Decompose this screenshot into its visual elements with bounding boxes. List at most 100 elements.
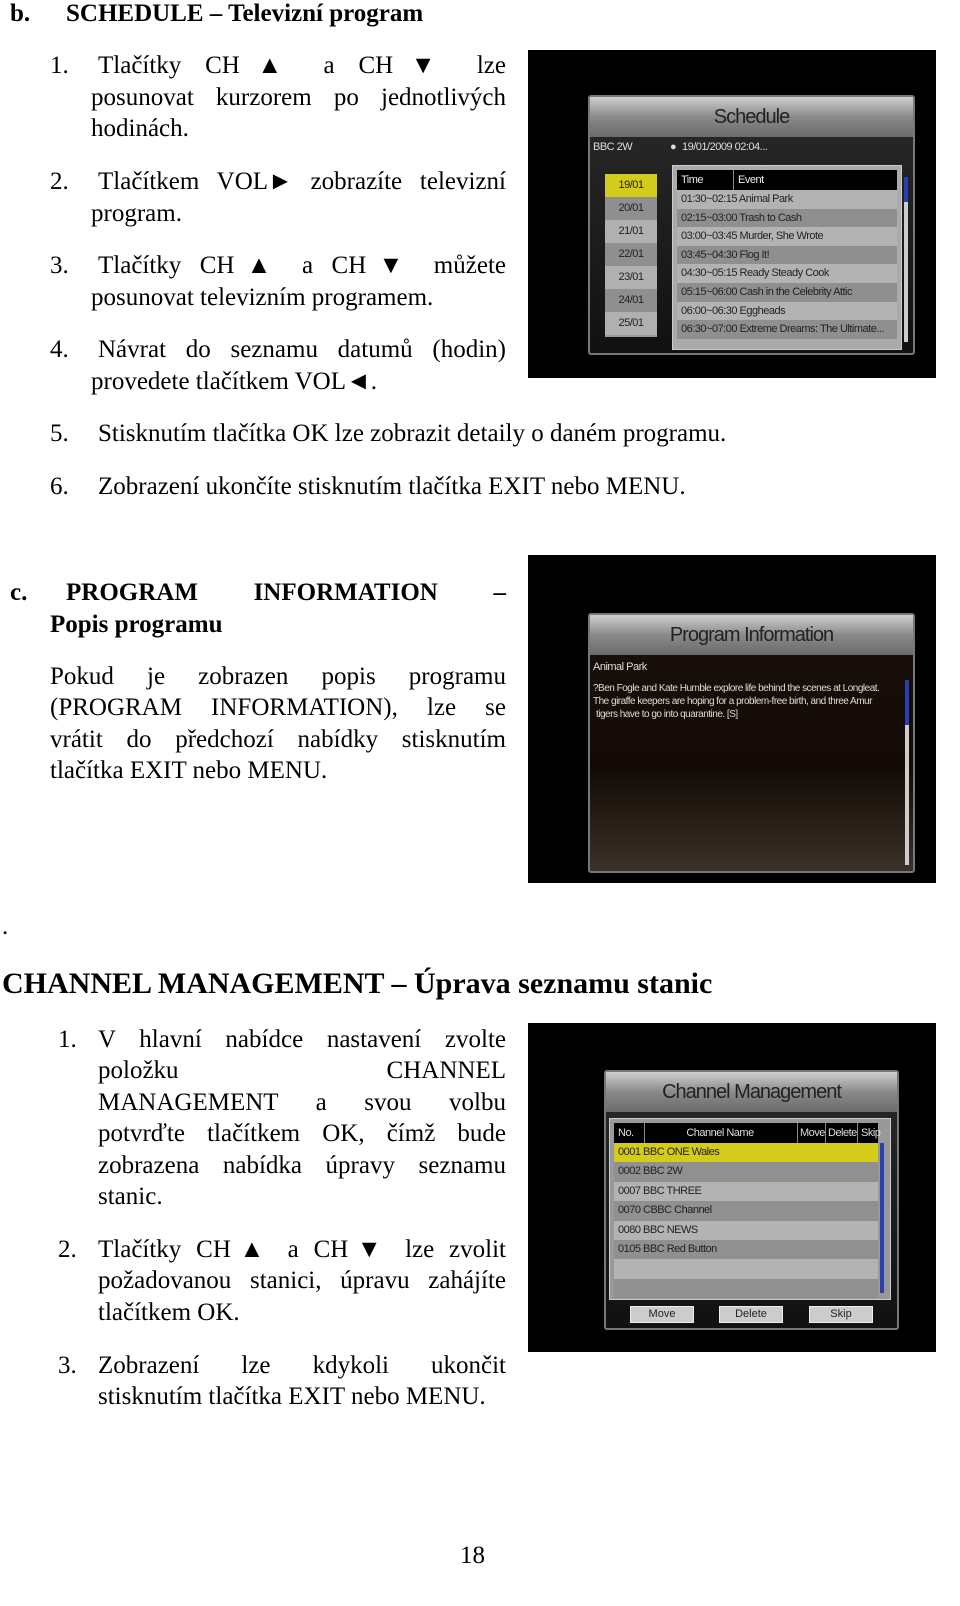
channel-name: BBC 2W (593, 141, 633, 153)
paragraph-line: Pokud je zobrazen popis programu (50, 663, 506, 690)
event-row[interactable]: 03:45~04:30 Flog It! (677, 245, 897, 265)
item-number: 5. (50, 420, 69, 447)
item-number: 4. (50, 336, 69, 363)
date-item[interactable]: 25/01 (605, 312, 657, 335)
item-number: 2. (50, 168, 69, 195)
event-row[interactable]: 02:15~03:00 Trash to Cash (677, 208, 897, 228)
scrollbar[interactable] (905, 680, 909, 865)
date-item[interactable]: 22/01 (605, 243, 657, 266)
event-row[interactable]: 04:30~05:15 Ready Steady Cook (677, 264, 897, 283)
item-text: V hlavní nabídce nastavení zvolte (98, 1026, 506, 1053)
datetime: 19/01/2009 02:04... (682, 141, 768, 153)
col-event: Event (733, 170, 764, 190)
item-text: Tlačítkem VOL► zobrazíte televizní (98, 168, 506, 195)
date-list: 19/01 20/01 21/01 22/01 23/01 24/01 25/01 (605, 174, 657, 337)
channel-row[interactable]: 0070 CBBC Channel (614, 1201, 878, 1221)
screen-title: Schedule (590, 97, 913, 137)
section-title: CHANNEL MANAGEMENT – Úprava seznamu stan… (2, 967, 713, 1000)
col-channel-name: Channel Name (644, 1123, 795, 1143)
item-text: MANAGEMENT a svou volbu (98, 1089, 506, 1116)
channel-row[interactable]: 0001 BBC ONE Wales (614, 1143, 878, 1163)
item-text: zobrazena nabídka úpravy seznamu (98, 1152, 506, 1179)
event-row[interactable]: 05:15~06:00 Cash in the Celebrity Attic (677, 283, 897, 302)
page-number: 18 (460, 1542, 485, 1569)
item-text: provedete tlačítkem VOL◄. (91, 368, 377, 395)
item-number: 6. (50, 473, 69, 500)
item-number: 2. (58, 1236, 77, 1263)
col-time: Time (681, 174, 704, 186)
table-header: No. Channel Name Move Delete Skip (614, 1123, 881, 1143)
date-item[interactable]: 20/01 (605, 197, 657, 220)
col-move: Move (797, 1123, 825, 1143)
item-text: Zobrazení ukončíte stisknutím tlačítka E… (98, 473, 686, 500)
scrollbar[interactable] (880, 1143, 884, 1293)
event-table: Time Event 01:30~02:15 Animal Park 02:15~… (672, 165, 902, 350)
stray-dot: . (2, 913, 9, 940)
manual-page: b. SCHEDULE – Televizní program 1. Tlačí… (0, 0, 960, 1606)
item-text: posunovat kurzorem po jednotlivých (91, 84, 506, 111)
description-line: ?Ben Fogle and Kate Humble explore life … (593, 683, 880, 694)
channel-table: No. Channel Name Move Delete Skip 0001 B… (609, 1118, 891, 1300)
item-text: posunovat televizním programem. (91, 284, 434, 311)
item-text: program. (91, 200, 182, 227)
event-row[interactable]: 01:30~02:15 Animal Park (677, 190, 897, 209)
item-text: požadovanou stanici, úpravu zahájíte (98, 1267, 506, 1294)
channel-management-panel: Channel Management No. Channel Name Move… (604, 1070, 899, 1330)
event-row[interactable]: 03:00~03:45 Murder, She Wrote (677, 227, 897, 246)
clock-icon: ● (670, 141, 677, 153)
date-item[interactable]: 23/01 (605, 266, 657, 289)
schedule-screenshot: Schedule BBC 2W ● 19/01/2009 02:04... 19… (528, 50, 936, 378)
empty-row[interactable] (614, 1278, 878, 1299)
delete-button[interactable]: Delete (719, 1306, 783, 1323)
screen-title: Program Information (590, 615, 913, 655)
item-text: potvrďte tlačítkem OK, čímž bude (98, 1120, 506, 1147)
screen-title: Channel Management (606, 1072, 897, 1112)
section-subtitle: Popis programu (50, 611, 223, 638)
event-row[interactable]: 06:30~07:00 Extreme Dreams: The Ultimate… (677, 320, 897, 339)
channel-row[interactable]: 0105 BBC Red Button (614, 1240, 878, 1260)
item-text: Tlačítky CH▲ a CH▼ lze zvolit (98, 1236, 506, 1263)
program-info-screenshot: Program Information Animal Park ?Ben Fog… (528, 555, 936, 883)
channel-row[interactable]: 0002 BBC 2W (614, 1162, 878, 1182)
program-name: Animal Park (593, 661, 647, 673)
item-text: Tlačítky CH▲ a CH▼ můžete (98, 252, 506, 279)
section-letter: c. (10, 579, 28, 606)
table-header: Time Event (677, 170, 897, 190)
section-title: PROGRAM INFORMATION – (66, 579, 506, 606)
item-number: 3. (58, 1352, 77, 1379)
skip-button[interactable]: Skip (809, 1306, 873, 1323)
item-text: položku CHANNEL (98, 1057, 506, 1084)
description-line: tigers have to go into quarantine. [S] (596, 709, 738, 720)
item-text: Zobrazení lze kdykoli ukončit (98, 1352, 506, 1379)
item-text: tlačítkem OK. (98, 1299, 240, 1326)
channel-row[interactable]: 0080 BBC NEWS (614, 1220, 878, 1240)
col-no: No. (618, 1127, 634, 1139)
channel-row[interactable]: 0007 BBC THREE (614, 1181, 878, 1202)
paragraph-line: (PROGRAM INFORMATION), lze se (50, 694, 506, 721)
empty-row[interactable] (614, 1259, 878, 1279)
event-rows: 01:30~02:15 Animal Park 02:15~03:00 Trash… (677, 190, 897, 340)
section-title: SCHEDULE – Televizní program (66, 0, 424, 27)
item-text: Návrat do seznamu datumů (hodin) (98, 336, 506, 363)
paragraph-line: tlačítka EXIT nebo MENU. (50, 757, 328, 784)
scrollbar[interactable] (904, 177, 908, 342)
item-text: hodinách. (91, 115, 189, 142)
program-info-panel: Program Information Animal Park ?Ben Fog… (588, 613, 915, 873)
col-skip: Skip (857, 1123, 881, 1143)
section-letter: b. (10, 0, 31, 27)
item-text: Tlačítky CH▲ a CH▼ lze (98, 52, 506, 79)
move-button[interactable]: Move (630, 1306, 694, 1323)
item-text: stisknutím tlačítka EXIT nebo MENU. (98, 1383, 486, 1410)
channel-management-screenshot: Channel Management No. Channel Name Move… (528, 1023, 936, 1352)
item-number: 1. (58, 1026, 77, 1053)
schedule-panel: Schedule BBC 2W ● 19/01/2009 02:04... 19… (588, 95, 915, 355)
description-line: The giraffe keepers are hoping for a pro… (593, 696, 872, 707)
date-item[interactable]: 19/01 (605, 174, 657, 197)
event-row[interactable]: 06:00~06:30 Eggheads (677, 301, 897, 321)
item-text: stanic. (98, 1183, 163, 1210)
paragraph-line: vrátit do předchozí nabídky stisknutím (50, 726, 506, 753)
col-delete: Delete (825, 1123, 857, 1143)
date-item[interactable]: 24/01 (605, 289, 657, 312)
date-item[interactable]: 21/01 (605, 220, 657, 243)
item-number: 1. (50, 52, 69, 79)
